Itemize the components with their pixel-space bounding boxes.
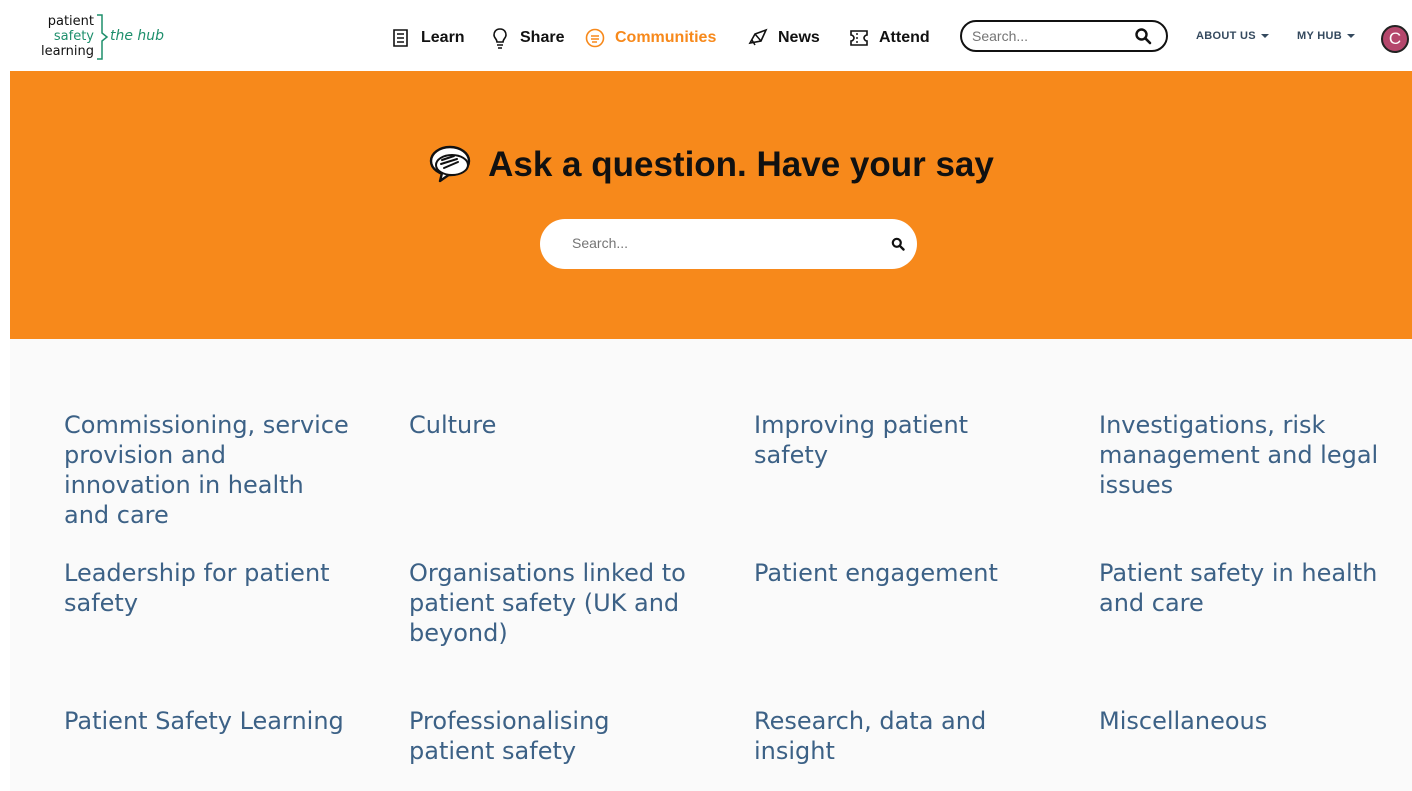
category-link[interactable]: Leadership for patient safety — [64, 558, 354, 618]
user-avatar[interactable]: C — [1381, 25, 1409, 53]
speech-bubbles-icon — [429, 145, 471, 183]
category-link[interactable]: Investigations, risk management and lega… — [1099, 410, 1389, 500]
category-link[interactable]: Miscellaneous — [1099, 706, 1389, 736]
hero-heading: Ask a question. Have your say — [10, 143, 1412, 187]
logo-line-1: patient — [47, 14, 94, 29]
hero-banner: Ask a question. Have your say — [10, 71, 1412, 339]
avatar-initial: C — [1388, 29, 1402, 48]
megaphone-icon — [748, 28, 768, 46]
nav-news[interactable]: News — [747, 24, 820, 52]
community-search-input[interactable] — [572, 233, 862, 253]
category-link[interactable]: Organisations linked to patient safety (… — [409, 558, 699, 648]
nav-learn[interactable]: Learn — [390, 24, 465, 52]
caret-down-icon — [1260, 34, 1269, 39]
nav-learn-label: Learn — [421, 29, 465, 46]
nav-communities[interactable]: Communities — [584, 24, 716, 52]
logo-brace-icon — [97, 14, 109, 60]
category-link[interactable]: Research, data and insight — [754, 706, 1044, 766]
nav-communities-label: Communities — [615, 29, 717, 46]
nav-share[interactable]: Share — [489, 24, 564, 52]
logo-line-2: safety — [53, 29, 94, 44]
my-hub-label: MY HUB — [1297, 30, 1342, 42]
category-link[interactable]: Commissioning, service provision and inn… — [64, 410, 354, 530]
search-icon[interactable] — [891, 237, 905, 251]
about-us-label: ABOUT US — [1196, 30, 1256, 42]
logo-wordmark: patient safety learning — [38, 14, 94, 59]
site-logo[interactable]: patient safety learning the hub — [38, 14, 178, 60]
chat-bubble-icon — [585, 28, 605, 48]
category-link[interactable]: Professionalising patient safety — [409, 706, 699, 766]
nav-share-label: Share — [520, 29, 565, 46]
search-icon[interactable] — [1134, 27, 1152, 45]
caret-down-icon — [1347, 34, 1355, 39]
lightbulb-icon — [493, 28, 507, 49]
category-link[interactable]: Culture — [409, 410, 699, 440]
hero-title: Ask a question. Have your say — [488, 145, 994, 184]
logo-line-3: learning — [40, 44, 94, 59]
nav-attend[interactable]: Attend — [848, 24, 930, 52]
page: patient safety learning the hub Learn Sh… — [10, 0, 1412, 791]
category-link[interactable]: Patient safety in health and care — [1099, 558, 1389, 618]
header-search-input[interactable] — [972, 26, 1132, 46]
category-link[interactable]: Patient engagement — [754, 558, 1044, 588]
nav-attend-label: Attend — [879, 29, 930, 46]
ticket-icon — [850, 30, 868, 46]
community-search — [540, 219, 917, 269]
my-hub-dropdown[interactable]: MY HUB — [1297, 30, 1355, 42]
category-link[interactable]: Patient Safety Learning — [64, 706, 354, 736]
site-header: patient safety learning the hub Learn Sh… — [10, 0, 1412, 71]
logo-tagline: the hub — [110, 28, 165, 44]
header-search — [960, 20, 1168, 52]
nav-news-label: News — [778, 29, 820, 46]
about-us-dropdown[interactable]: ABOUT US — [1196, 30, 1269, 42]
book-icon — [393, 29, 408, 47]
category-link[interactable]: Improving patient safety — [754, 410, 1044, 470]
